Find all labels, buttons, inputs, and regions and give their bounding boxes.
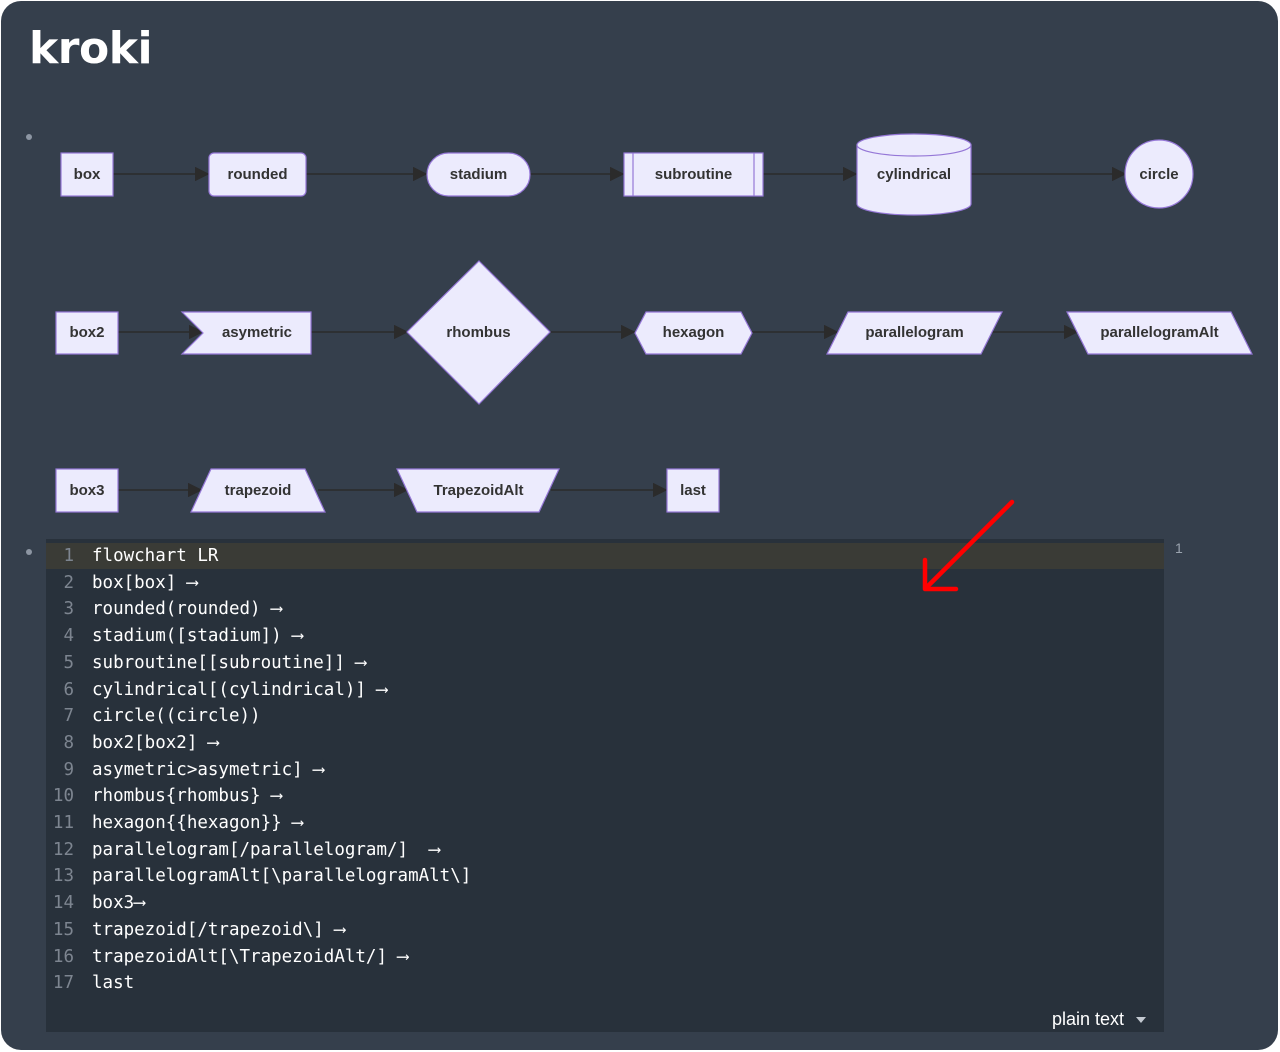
- line-number: 6: [63, 679, 74, 700]
- node-asymetric[interactable]: asymetric: [180, 311, 312, 355]
- line-number: 9: [63, 759, 74, 780]
- line-number: 16: [52, 946, 74, 967]
- line-number: 15: [52, 919, 74, 940]
- node-parallelogramalt[interactable]: parallelogramAlt: [1066, 311, 1253, 355]
- code-line[interactable]: 7 circle((circle)): [46, 703, 1164, 729]
- code-line[interactable]: 1 flowchart LR: [46, 543, 1164, 569]
- svg-text:asymetric: asymetric: [222, 324, 292, 341]
- svg-text:parallelogramAlt: parallelogramAlt: [1100, 324, 1218, 341]
- node-subroutine[interactable]: subroutine: [623, 152, 764, 197]
- line-number: 1: [63, 546, 74, 566]
- line-text: rhombus{rhombus} ⟶: [92, 786, 282, 807]
- node-trapezoidalt[interactable]: TrapezoidAlt: [396, 468, 560, 513]
- svg-text:rounded: rounded: [228, 166, 288, 183]
- code-line[interactable]: 9 asymetric>asymetric] ⟶: [46, 757, 1164, 783]
- line-text: asymetric>asymetric] ⟶: [92, 759, 324, 780]
- svg-text:cylindrical: cylindrical: [877, 166, 951, 183]
- code-line[interactable]: 3 rounded(rounded) ⟶: [46, 596, 1164, 622]
- line-text: box[box] ⟶: [92, 572, 198, 593]
- code-line[interactable]: 2 box[box] ⟶: [46, 570, 1164, 596]
- node-hexagon[interactable]: hexagon: [634, 311, 753, 355]
- line-number: 11: [52, 813, 74, 833]
- line-text: circle((circle)): [92, 706, 261, 727]
- node-rhombus[interactable]: rhombus: [406, 260, 551, 405]
- svg-text:hexagon: hexagon: [663, 324, 725, 341]
- line-number: 3: [63, 599, 74, 620]
- code-line[interactable]: 13 parallelogramAlt[\parallelogramAlt\]: [46, 863, 1164, 889]
- note-window: kroki box rounded stadium subroutine cyl…: [1, 1, 1278, 1050]
- svg-text:trapezoid: trapezoid: [225, 482, 292, 499]
- svg-text:box2: box2: [69, 324, 104, 341]
- node-circle[interactable]: circle: [1124, 139, 1194, 209]
- svg-text:stadium: stadium: [450, 166, 508, 183]
- line-text: rounded(rounded) ⟶: [92, 599, 282, 620]
- code-block[interactable]: 1 flowchart LR 2 box[box] ⟶ 3 rounded(round…: [46, 539, 1164, 1032]
- line-number: 17: [52, 973, 74, 994]
- block-count: 1: [1175, 540, 1183, 556]
- line-text: trapezoid[/trapezoid\] ⟶: [92, 919, 345, 940]
- block-bullet-code[interactable]: [26, 549, 32, 555]
- line-text: parallelogramAlt[\parallelogramAlt\]: [92, 866, 472, 887]
- node-trapezoid[interactable]: trapezoid: [190, 468, 326, 513]
- code-line[interactable]: 8 box2[box2] ⟶: [46, 730, 1164, 756]
- svg-text:box3: box3: [69, 482, 104, 499]
- line-number: 5: [63, 652, 74, 673]
- code-line[interactable]: 10 rhombus{rhombus} ⟶: [46, 783, 1164, 809]
- node-rounded[interactable]: rounded: [208, 152, 307, 197]
- line-text: stadium([stadium]) ⟶: [92, 626, 303, 647]
- node-box[interactable]: box: [60, 152, 114, 197]
- line-number: 14: [52, 893, 74, 914]
- code-line[interactable]: 12 parallelogram[/parallelogram/] ⟶: [46, 837, 1164, 863]
- code-line[interactable]: 6 cylindrical[(cylindrical)] ⟶: [46, 677, 1164, 703]
- node-cylindrical[interactable]: cylindrical: [856, 133, 972, 216]
- chevron-down-icon: [1136, 1016, 1146, 1023]
- svg-text:circle: circle: [1139, 166, 1178, 183]
- line-text: last: [92, 973, 135, 994]
- line-number: 8: [63, 732, 74, 753]
- svg-text:subroutine: subroutine: [655, 166, 733, 183]
- line-text: trapezoidAlt[\TrapezoidAlt/] ⟶: [92, 946, 409, 967]
- code-line[interactable]: 14 box3⟶: [46, 890, 1164, 916]
- node-last[interactable]: last: [666, 468, 720, 513]
- svg-text:parallelogram: parallelogram: [865, 324, 963, 341]
- svg-text:TrapezoidAlt: TrapezoidAlt: [433, 482, 523, 499]
- line-text: parallelogram[/parallelogram/] ⟶: [92, 839, 440, 860]
- line-text: subroutine[[subroutine]] ⟶: [92, 652, 366, 673]
- line-text: box3⟶: [92, 893, 145, 914]
- node-stadium[interactable]: stadium: [426, 152, 531, 197]
- code-line[interactable]: 4 stadium([stadium]) ⟶: [46, 623, 1164, 649]
- code-line[interactable]: 11 hexagon{{hexagon}} ⟶: [46, 810, 1164, 836]
- line-number: 7: [63, 706, 74, 727]
- line-text: flowchart LR: [92, 546, 219, 566]
- line-number: 10: [52, 786, 74, 807]
- line-text: box2[box2] ⟶: [92, 732, 219, 753]
- flowchart-diagram: box rounded stadium subroutine cylindric…: [55, 133, 1253, 513]
- line-number: 4: [63, 626, 74, 647]
- node-box3[interactable]: box3: [55, 468, 119, 513]
- node-box2[interactable]: box2: [55, 311, 119, 355]
- line-text: cylindrical[(cylindrical)] ⟶: [92, 679, 388, 700]
- code-line[interactable]: 16 trapezoidAlt[\TrapezoidAlt/] ⟶: [46, 944, 1164, 970]
- line-number: 13: [52, 866, 74, 887]
- language-label: plain text: [1051, 1009, 1124, 1029]
- language-select[interactable]: plain text: [1052, 1009, 1146, 1030]
- node-parallelogram[interactable]: parallelogram: [826, 311, 1003, 355]
- line-number: 2: [63, 572, 74, 593]
- line-number: 12: [52, 839, 74, 860]
- code-line[interactable]: 5 subroutine[[subroutine]] ⟶: [46, 650, 1164, 676]
- code-line[interactable]: 17 last: [46, 970, 1164, 996]
- code-line[interactable]: 15 trapezoid[/trapezoid\] ⟶: [46, 917, 1164, 943]
- svg-text:box: box: [74, 166, 101, 183]
- svg-text:rhombus: rhombus: [446, 324, 510, 341]
- svg-text:last: last: [680, 482, 706, 499]
- line-text: hexagon{{hexagon}} ⟶: [92, 813, 303, 833]
